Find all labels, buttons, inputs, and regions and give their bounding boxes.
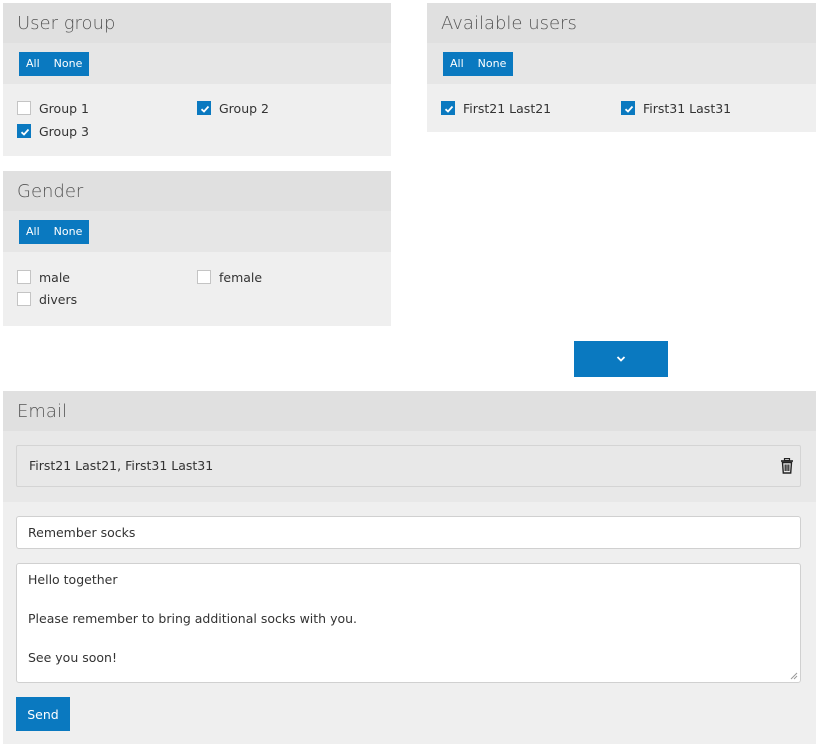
available-users-button-bar: All None bbox=[427, 43, 816, 84]
gender-option[interactable]: male bbox=[17, 268, 70, 286]
checkbox[interactable] bbox=[17, 270, 31, 284]
gender-option[interactable]: divers bbox=[17, 290, 77, 308]
available-user-option[interactable]: First21 Last21 bbox=[441, 99, 551, 117]
checkbox[interactable] bbox=[17, 124, 31, 138]
option-label: Group 3 bbox=[39, 123, 89, 139]
message-line: See you soon! bbox=[28, 650, 117, 665]
user-group-title: User group bbox=[3, 3, 391, 43]
user-group-option[interactable]: Group 2 bbox=[197, 99, 269, 117]
gender-none-button[interactable]: None bbox=[47, 220, 90, 244]
trash-icon[interactable] bbox=[780, 450, 794, 490]
check-icon bbox=[624, 105, 634, 113]
option-label: female bbox=[219, 269, 263, 285]
checkbox[interactable] bbox=[441, 101, 455, 115]
gender-all-button[interactable]: All bbox=[19, 220, 47, 244]
user-group-option[interactable]: Group 3 bbox=[17, 122, 89, 140]
gender-option[interactable]: female bbox=[197, 268, 262, 286]
email-title: Email bbox=[3, 391, 816, 431]
available-users-button-group: All None bbox=[443, 52, 514, 76]
available-user-option[interactable]: First31 Last31 bbox=[621, 99, 731, 117]
message-line: Please remember to bring additional sock… bbox=[28, 611, 358, 626]
option-label: Group 2 bbox=[219, 100, 269, 116]
user-group-button-group: All None bbox=[19, 52, 90, 76]
available-users-panel: Available users All None First21 Last21 … bbox=[427, 3, 816, 132]
send-button[interactable]: Send bbox=[16, 697, 70, 731]
option-label: divers bbox=[39, 291, 78, 307]
gender-button-bar: All None bbox=[3, 211, 391, 252]
user-group-option[interactable]: Group 1 bbox=[17, 99, 89, 117]
recipients-text: First21 Last21, First31 Last31 bbox=[29, 458, 214, 473]
option-label: First21 Last21 bbox=[463, 100, 552, 116]
gender-title: Gender bbox=[3, 171, 391, 211]
user-group-none-button[interactable]: None bbox=[47, 52, 90, 76]
available-users-all-button[interactable]: All bbox=[443, 52, 471, 76]
gender-panel: Gender All None male female divers bbox=[3, 171, 391, 326]
message-line: Hello together bbox=[28, 572, 118, 587]
checkbox[interactable] bbox=[621, 101, 635, 115]
user-group-panel: User group All None Group 1 Group 2 Grou… bbox=[3, 3, 391, 156]
user-group-button-bar: All None bbox=[3, 43, 391, 84]
message-body-textarea[interactable]: Hello together Please remember to bring … bbox=[16, 563, 801, 683]
recipients-field: First21 Last21, First31 Last31 bbox=[16, 445, 801, 487]
available-users-none-button[interactable]: None bbox=[471, 52, 514, 76]
option-label: First31 Last31 bbox=[643, 100, 732, 116]
checkbox[interactable] bbox=[17, 101, 31, 115]
collapse-toggle-button[interactable] bbox=[574, 341, 668, 377]
check-icon bbox=[20, 128, 30, 136]
resize-handle-icon[interactable] bbox=[790, 672, 798, 680]
option-label: Group 1 bbox=[39, 100, 89, 116]
checkbox[interactable] bbox=[197, 101, 211, 115]
chevron-down-icon bbox=[616, 356, 626, 362]
option-label: male bbox=[39, 269, 70, 285]
user-group-all-button[interactable]: All bbox=[19, 52, 47, 76]
check-icon bbox=[200, 105, 210, 113]
available-users-title: Available users bbox=[427, 3, 816, 43]
check-icon bbox=[444, 105, 454, 113]
subject-input[interactable]: Remember socks bbox=[16, 516, 801, 549]
checkbox[interactable] bbox=[197, 270, 211, 284]
checkbox[interactable] bbox=[17, 292, 31, 306]
gender-button-group: All None bbox=[19, 220, 90, 244]
